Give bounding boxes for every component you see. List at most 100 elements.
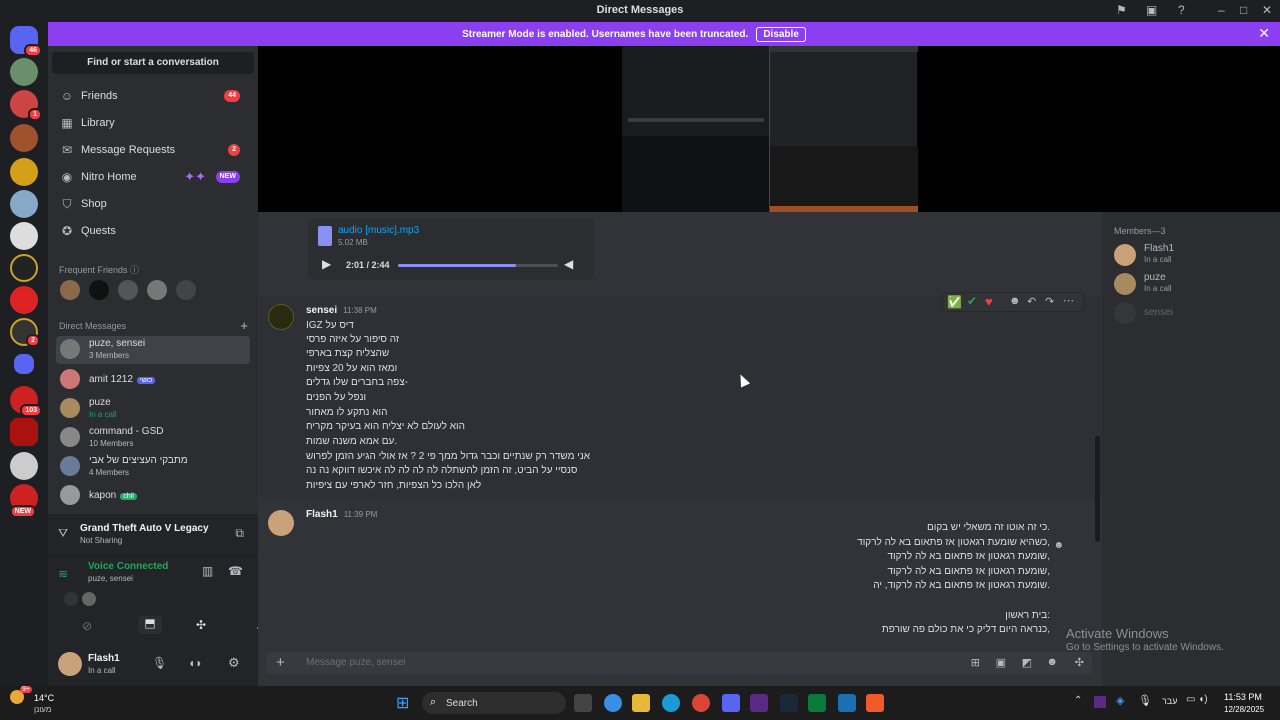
add-dm-icon[interactable]: + [240, 318, 248, 333]
inbox-icon[interactable]: ⚑ [1116, 3, 1127, 17]
gif-icon[interactable]: ▣ [996, 656, 1006, 669]
nav-shop[interactable]: ⛉ Shop [56, 192, 250, 216]
apps-icon[interactable]: ✣ [1075, 656, 1084, 669]
message-line: הוא לעולם לא יצליח הוא בעיקר מקריח [306, 421, 465, 432]
audio-progress[interactable] [398, 264, 558, 267]
dm-item[interactable]: kapon chil [56, 482, 250, 510]
file-explorer-icon[interactable] [632, 694, 650, 712]
network-volume-icons[interactable]: ▭ ◖) [1186, 694, 1208, 705]
close-window-icon[interactable]: ✕ [1262, 3, 1272, 17]
server-icon[interactable] [10, 286, 38, 314]
dm-item[interactable]: amit 1212 כושי [56, 366, 250, 394]
member-item[interactable]: sensei [1114, 300, 1274, 326]
headphones-icon[interactable]: ◖◗ [188, 656, 203, 670]
emoji-icon[interactable]: ☻ [1046, 656, 1058, 668]
nav-quests[interactable]: ✪ Quests [56, 219, 250, 243]
frequent-friend-avatar[interactable] [147, 280, 167, 300]
find-conversation-button[interactable]: Find or start a conversation [52, 52, 254, 74]
notepad-icon[interactable] [838, 694, 856, 712]
dm-item[interactable]: command - GSD 10 Members [56, 424, 250, 452]
disable-button[interactable]: Disable [756, 27, 806, 42]
heart-reaction-icon[interactable]: ♥ [985, 294, 993, 309]
tray-app-icon[interactable]: ◈ [1116, 694, 1124, 707]
settings-gear-icon[interactable]: ⚙ [228, 655, 240, 671]
sticker-icon[interactable]: ◩ [1022, 656, 1032, 669]
nav-message-requests[interactable]: ✉ Message Requests 2 [56, 138, 250, 162]
add-reaction-icon[interactable]: ☻ [1009, 295, 1021, 307]
check-reaction-icon[interactable]: ✔ [967, 294, 977, 308]
discord-icon[interactable] [722, 694, 740, 712]
play-icon[interactable]: ▶ [322, 257, 331, 271]
steam-icon[interactable] [780, 694, 798, 712]
avatar[interactable] [268, 510, 294, 536]
help-icon[interactable]: ? [1178, 3, 1185, 17]
camera-off-icon[interactable]: ⊘ [82, 619, 92, 633]
mic-tray-icon[interactable]: 🎙︎ [1138, 694, 1152, 707]
minimize-icon[interactable]: – [1218, 3, 1225, 17]
server-icon[interactable] [10, 222, 38, 250]
upload-plus-icon[interactable]: + [276, 654, 285, 671]
server-icon[interactable] [10, 124, 38, 152]
home-button[interactable]: 46 [10, 26, 42, 57]
nav-friends[interactable]: ☺ Friends 44 [56, 84, 250, 108]
emoji-icon[interactable]: ☻ [1053, 540, 1064, 551]
dm-item[interactable]: puze, sensei 3 Members [56, 336, 250, 364]
maximize-icon[interactable]: □ [1240, 3, 1247, 17]
windows-start-icon[interactable]: ⊞ [396, 693, 409, 713]
tray-app-icon[interactable] [1094, 696, 1106, 708]
check-reaction-icon[interactable]: ✅ [947, 295, 962, 309]
frequent-friend-avatar[interactable] [118, 280, 138, 300]
server-icon[interactable]: 2 [10, 318, 40, 347]
attachment-filename[interactable]: audio [music].mp3 [338, 225, 419, 236]
task-view-icon[interactable] [574, 694, 592, 712]
server-icon[interactable] [10, 254, 38, 282]
tray-chevron-icon[interactable]: ⌃ [1074, 695, 1082, 706]
member-item[interactable]: Flash1 In a call [1114, 242, 1274, 268]
copilot-icon[interactable] [604, 694, 622, 712]
member-item[interactable]: puze In a call [1114, 271, 1274, 297]
app-icon[interactable] [866, 694, 884, 712]
clock-time[interactable]: 11:53 PM [1224, 692, 1262, 702]
server-icon[interactable]: NEW [9, 484, 38, 518]
message-input[interactable]: Message puze, sensei [306, 657, 406, 668]
activities-icon[interactable]: ✣ [196, 618, 206, 632]
app-icon[interactable] [750, 694, 768, 712]
frequent-friend-avatar[interactable] [89, 280, 109, 300]
edge-icon[interactable] [662, 694, 680, 712]
volume-icon[interactable]: ◀ [564, 257, 573, 271]
avatar[interactable] [58, 652, 82, 676]
chrome-icon[interactable] [692, 694, 710, 712]
taskbar-search[interactable]: ⌕ Search [422, 692, 566, 714]
reply-icon[interactable]: ↶ [1027, 295, 1036, 308]
microphone-icon[interactable]: 🎙︎ [152, 656, 167, 670]
monitor-icon[interactable]: ▣ [1146, 3, 1157, 17]
close-banner-icon[interactable]: ✕ [1258, 25, 1270, 42]
gift-icon[interactable]: ⊞ [971, 656, 980, 669]
server-icon[interactable] [10, 418, 38, 446]
frequent-friend-avatar[interactable] [60, 280, 80, 300]
nav-nitro-home[interactable]: ◉ Nitro Home ✦✦ NEW [56, 165, 250, 189]
folder-icon[interactable] [14, 354, 34, 374]
more-icon[interactable]: ⋯ [1063, 294, 1074, 307]
forward-icon[interactable]: ↷ [1045, 295, 1054, 308]
server-icon[interactable] [10, 190, 38, 218]
server-icon[interactable] [10, 58, 38, 86]
share-screen-icon[interactable]: ⧉ [235, 526, 244, 541]
dm-item[interactable]: puze In a call [56, 395, 250, 423]
server-icon[interactable] [10, 158, 38, 186]
server-icon[interactable]: 103 [10, 386, 42, 417]
avatar[interactable] [268, 304, 294, 330]
dm-item[interactable]: מתבקי העציצים של אבי 4 Members [56, 453, 250, 481]
stream-preview[interactable] [258, 46, 1280, 212]
frequent-friend-avatar[interactable] [176, 280, 196, 300]
nav-library[interactable]: ▦ Library [56, 111, 250, 135]
clock-date[interactable]: 12/28/2025 [1224, 705, 1264, 714]
app-icon[interactable] [808, 694, 826, 712]
screen-share-icon[interactable]: ⬒ [138, 616, 162, 634]
chat-scrollbar[interactable] [1095, 436, 1100, 542]
language-indicator[interactable]: עבר [1162, 696, 1177, 706]
disconnect-icon[interactable]: ☎ [228, 564, 243, 578]
noise-icon[interactable]: ▥ [202, 564, 213, 578]
server-icon[interactable]: 1 [10, 90, 42, 121]
server-icon[interactable] [10, 452, 38, 480]
